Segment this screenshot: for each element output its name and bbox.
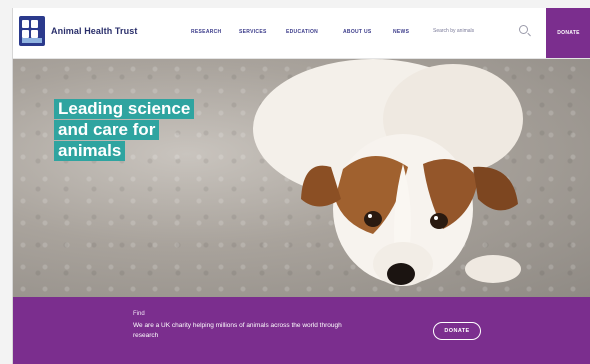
- nav-item-news[interactable]: NEWS: [393, 29, 409, 35]
- puppy-photo: [253, 59, 523, 286]
- headline-line-3: animals: [54, 141, 126, 161]
- mission-statement: We are a UK charity helping millions of …: [133, 322, 342, 339]
- browser-viewport: Animal Health Trust RESEARCH SERVICES ED…: [12, 8, 590, 364]
- mission-band: Find We are a UK charity helping million…: [13, 297, 590, 364]
- nav-item-education[interactable]: EDUCATION: [286, 29, 318, 35]
- search-input[interactable]: Search by animals: [433, 28, 474, 34]
- site-header: Animal Health Trust RESEARCH SERVICES ED…: [13, 8, 590, 59]
- headline-line-2: and care for: [54, 120, 160, 140]
- nav-item-about-us[interactable]: ABOUT US: [343, 29, 372, 35]
- nav-item-research[interactable]: RESEARCH: [191, 29, 221, 35]
- band-donate-button[interactable]: DONATE: [433, 322, 481, 340]
- headline-line-1: Leading science: [54, 99, 195, 119]
- page: Animal Health Trust RESEARCH SERVICES ED…: [0, 0, 590, 364]
- search-icon[interactable]: [519, 25, 528, 34]
- aht-logo-icon[interactable]: [19, 16, 45, 46]
- band-kicker: Find: [133, 311, 145, 317]
- hero-headline: Leading science and care for animals: [54, 99, 195, 162]
- donate-button[interactable]: DONATE: [546, 8, 590, 58]
- brand-name[interactable]: Animal Health Trust: [51, 26, 137, 36]
- hero-banner: Leading science and care for animals: [13, 59, 590, 297]
- nav-item-services[interactable]: SERVICES: [239, 29, 267, 35]
